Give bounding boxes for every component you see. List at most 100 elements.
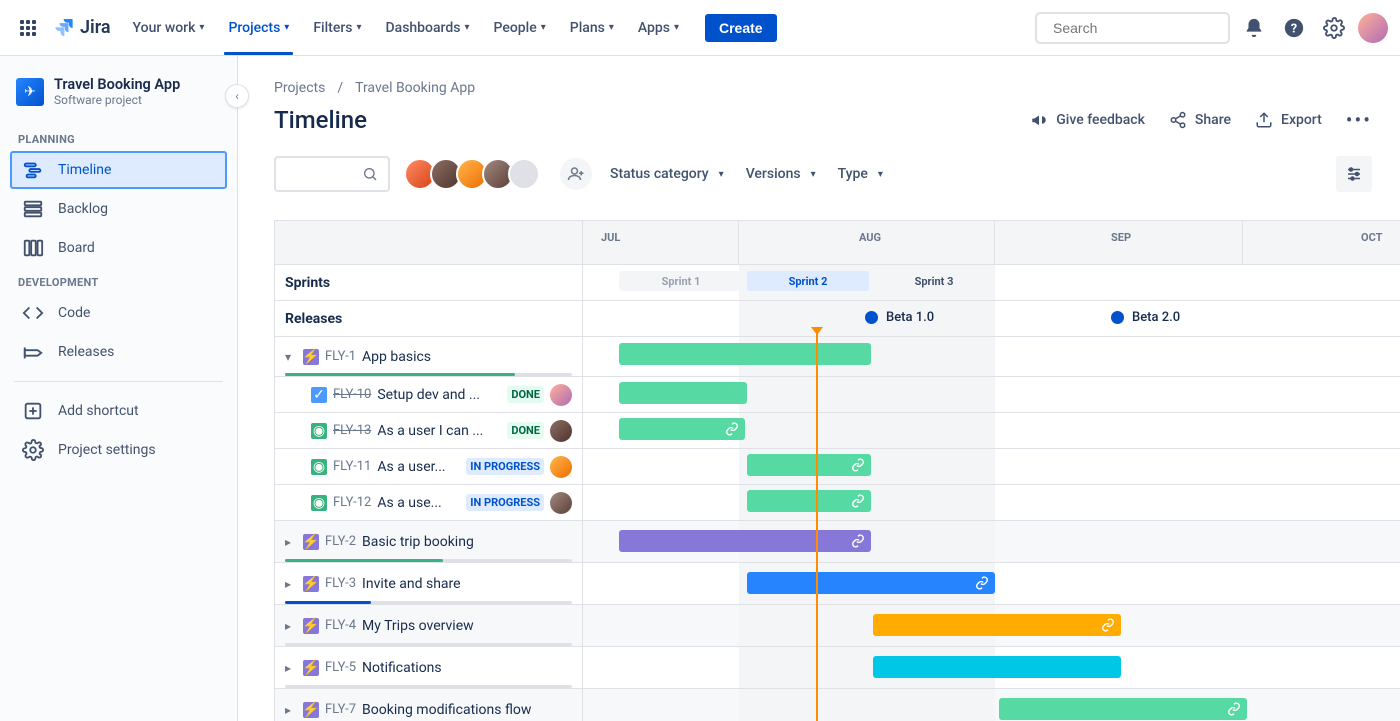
link-icon <box>851 534 865 548</box>
month-jul: JUL <box>601 231 620 244</box>
nav-dashboards[interactable]: Dashboards▾ <box>376 14 480 42</box>
jira-logo[interactable]: Jira <box>52 16 111 40</box>
sidebar-item-backlog[interactable]: Backlog <box>10 190 227 228</box>
issue-fly-13[interactable]: ◉ FLY-13 As a user I can ... DONE <box>275 413 583 448</box>
epic-icon: ⚡ <box>303 534 319 550</box>
breadcrumb-projects[interactable]: Projects <box>274 80 325 96</box>
sidebar-add-shortcut[interactable]: Add shortcut <box>10 392 227 430</box>
issue-fly-12[interactable]: ◉ FLY-12 As a use... IN PROGRESS <box>275 485 583 520</box>
add-person-icon <box>567 165 585 183</box>
sidebar-item-timeline[interactable]: Timeline <box>10 151 227 189</box>
breadcrumb: Projects / Travel Booking App <box>274 80 1400 96</box>
project-header[interactable]: ✈ Travel Booking App Software project <box>8 76 229 125</box>
settings-icon <box>22 439 44 461</box>
versions-filter[interactable]: Versions▾ <box>742 160 820 188</box>
epic-icon: ⚡ <box>303 702 319 718</box>
sidebar-item-code[interactable]: Code <box>10 294 227 332</box>
board-icon <box>22 237 44 259</box>
timeline-corner <box>275 221 583 264</box>
assignee-avatar[interactable] <box>550 492 572 514</box>
sidebar-collapse-button[interactable]: ‹ <box>225 84 249 108</box>
search-input[interactable] <box>1053 20 1234 36</box>
release-beta-1[interactable]: Beta 1.0 <box>865 310 934 325</box>
issue-fly-11[interactable]: ◉ FLY-11 As a user... IN PROGRESS <box>275 449 583 484</box>
sidebar-project-settings[interactable]: Project settings <box>10 431 227 469</box>
nav-filters[interactable]: Filters▾ <box>303 14 371 42</box>
epic-fly-7[interactable]: ▸ ⚡ FLY-7 Booking modifications flow <box>275 689 583 721</box>
story-icon: ◉ <box>311 423 327 439</box>
page-title: Timeline <box>274 106 367 134</box>
help-button[interactable]: ? <box>1278 12 1310 44</box>
sidebar-item-board[interactable]: Board <box>10 229 227 267</box>
chevron-down-icon[interactable]: ▾ <box>285 350 303 364</box>
link-icon <box>975 576 989 590</box>
app-switcher-button[interactable] <box>12 12 44 44</box>
assignee-avatar[interactable] <box>550 384 572 406</box>
chevron-right-icon[interactable]: ▸ <box>285 661 303 675</box>
chevron-right-icon[interactable]: ▸ <box>285 535 303 549</box>
status-category-filter[interactable]: Status category▾ <box>606 160 728 188</box>
sprint-3[interactable]: Sprint 3 <box>873 271 995 291</box>
epic-fly-5[interactable]: ▸ ⚡ FLY-5 Notifications <box>275 647 583 688</box>
code-icon <box>22 302 44 324</box>
type-filter[interactable]: Type▾ <box>834 160 887 188</box>
epic-fly-4[interactable]: ▸ ⚡ FLY-4 My Trips overview <box>275 605 583 646</box>
epic-fly-1[interactable]: ▾ ⚡ FLY-1 App basics <box>275 337 583 376</box>
give-feedback-button[interactable]: Give feedback <box>1030 111 1145 129</box>
issue-fly-10[interactable]: ✓ FLY-10 Setup dev and ... DONE <box>275 377 583 412</box>
chevron-right-icon[interactable]: ▸ <box>285 619 303 633</box>
epic-bar-fly-2[interactable] <box>619 530 871 552</box>
profile-avatar[interactable] <box>1358 13 1388 43</box>
backlog-icon <box>22 198 44 220</box>
assignee-avatar[interactable] <box>550 420 572 442</box>
link-icon <box>725 422 739 436</box>
sprint-2[interactable]: Sprint 2 <box>747 271 869 291</box>
epic-bar-fly-1[interactable] <box>619 343 871 365</box>
epic-bar-fly-5[interactable] <box>873 656 1121 678</box>
link-icon <box>851 494 865 508</box>
jira-logo-text: Jira <box>80 17 111 38</box>
share-button[interactable]: Share <box>1169 111 1231 129</box>
link-icon <box>1101 618 1115 632</box>
more-actions-button[interactable]: ••• <box>1346 110 1372 130</box>
export-icon <box>1255 111 1273 129</box>
story-icon: ◉ <box>311 495 327 511</box>
nav-apps[interactable]: Apps▾ <box>628 14 689 42</box>
notifications-button[interactable] <box>1238 12 1270 44</box>
create-button[interactable]: Create <box>705 14 777 42</box>
epic-bar-fly-3[interactable] <box>747 572 995 594</box>
chevron-right-icon[interactable]: ▸ <box>285 703 303 717</box>
issue-bar[interactable] <box>619 418 745 440</box>
nav-projects[interactable]: Projects▾ <box>218 14 299 42</box>
settings-button[interactable] <box>1318 12 1350 44</box>
breadcrumb-current[interactable]: Travel Booking App <box>355 80 475 96</box>
sidebar-item-releases[interactable]: Releases <box>10 333 227 371</box>
epic-bar-fly-7[interactable] <box>999 698 1247 720</box>
assignee-filter[interactable] <box>404 158 540 190</box>
global-search[interactable] <box>1035 12 1230 44</box>
avatar-unassigned[interactable] <box>508 158 540 190</box>
add-people-button[interactable] <box>560 158 592 190</box>
story-icon: ◉ <box>311 459 327 475</box>
export-button[interactable]: Export <box>1255 111 1322 129</box>
issue-bar[interactable] <box>747 454 871 476</box>
epic-fly-2[interactable]: ▸ ⚡ FLY-2 Basic trip booking <box>275 521 583 562</box>
assignee-avatar[interactable] <box>550 456 572 478</box>
issue-bar[interactable] <box>747 490 871 512</box>
nav-plans[interactable]: Plans▾ <box>560 14 624 42</box>
nav-people[interactable]: People▾ <box>484 14 556 42</box>
issue-bar[interactable] <box>619 382 747 404</box>
project-type: Software project <box>54 93 180 107</box>
help-icon: ? <box>1283 17 1305 39</box>
sprints-label: Sprints <box>275 265 583 300</box>
chevron-right-icon[interactable]: ▸ <box>285 577 303 591</box>
filter-search[interactable] <box>274 156 390 192</box>
sprint-1[interactable]: Sprint 1 <box>619 271 743 291</box>
releases-icon <box>22 341 44 363</box>
epic-fly-3[interactable]: ▸ ⚡ FLY-3 Invite and share <box>275 563 583 604</box>
view-settings-button[interactable] <box>1336 156 1372 192</box>
release-beta-2[interactable]: Beta 2.0 <box>1111 310 1180 325</box>
nav-your-work[interactable]: Your work▾ <box>123 14 215 42</box>
epic-icon: ⚡ <box>303 576 319 592</box>
epic-bar-fly-4[interactable] <box>873 614 1121 636</box>
